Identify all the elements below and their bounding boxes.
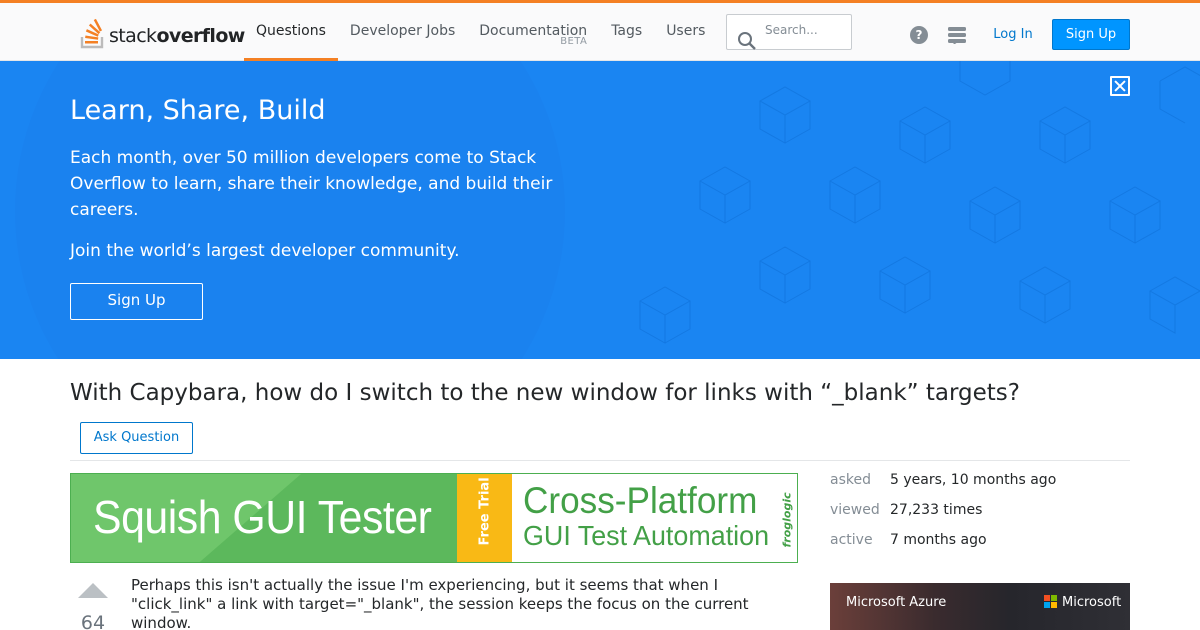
close-icon[interactable]	[1110, 76, 1130, 96]
top-bar: stackoverflow Questions Developer Jobs D…	[0, 0, 1200, 61]
sidebar-ad[interactable]: Microsoft Azure Microsoft	[830, 583, 1130, 630]
nav-label: Tags	[611, 23, 643, 39]
nav-documentation[interactable]: Documentation BETA	[467, 3, 599, 61]
stat-asked: asked 5 years, 10 months ago	[830, 470, 1130, 500]
sidebar-ad-title: Microsoft Azure	[846, 595, 947, 610]
main-nav: Questions Developer Jobs Documentation BE…	[244, 3, 717, 61]
stat-value: 27,233 times	[890, 502, 983, 518]
stack-logo-icon	[80, 18, 104, 49]
question-stats: asked 5 years, 10 months ago viewed 27,2…	[830, 470, 1130, 560]
ask-question-button[interactable]: Ask Question	[80, 422, 193, 454]
nav-developer-jobs[interactable]: Developer Jobs	[338, 3, 467, 61]
stat-label: active	[830, 532, 873, 548]
login-link[interactable]: Log In	[986, 19, 1040, 50]
hero-banner: Learn, Share, Build Each month, over 50 …	[0, 61, 1200, 359]
search-input[interactable]	[765, 23, 845, 37]
vote-count: 64	[80, 612, 106, 630]
microsoft-logo-icon	[1044, 595, 1058, 609]
logo-word-overflow: overflow	[156, 25, 245, 47]
nav-questions[interactable]: Questions	[244, 3, 338, 61]
search-icon	[738, 32, 756, 50]
ad-banner[interactable]: Squish GUI Tester Free Trial Cross-Platf…	[70, 473, 798, 563]
logo-word-stack: stack	[109, 25, 157, 47]
stackoverflow-logo[interactable]: stackoverflow	[80, 15, 245, 49]
stat-label: asked	[830, 472, 871, 488]
ad-brand-logo: froglogic	[780, 492, 794, 548]
nav-label: Developer Jobs	[349, 23, 456, 39]
ad-headline: Cross-Platform	[523, 480, 758, 521]
question-body: Perhaps this isn't actually the issue I'…	[131, 576, 749, 630]
signup-button[interactable]: Sign Up	[1052, 19, 1130, 50]
ad-subheadline: GUI Test Automation	[523, 520, 770, 551]
help-icon[interactable]: ?	[910, 26, 928, 44]
nav-label: Users	[666, 23, 706, 39]
upvote-arrow-icon[interactable]	[78, 583, 108, 598]
hero-join-text: Join the world’s largest developer commu…	[70, 241, 460, 261]
review-queue-icon[interactable]	[948, 27, 966, 44]
stat-label: viewed	[830, 502, 880, 518]
hero-description: Each month, over 50 million developers c…	[70, 148, 553, 220]
ad-product-name: Squish GUI Tester	[93, 491, 432, 543]
nav-users[interactable]: Users	[654, 3, 717, 61]
logo-wordmark: stackoverflow	[109, 25, 245, 47]
nav-tags[interactable]: Tags	[599, 3, 654, 61]
ad-trial-label: Free Trial	[477, 477, 493, 546]
nav-label: Questions	[256, 23, 326, 39]
stat-value[interactable]: 7 months ago	[890, 532, 987, 548]
beta-badge: BETA	[560, 36, 588, 47]
stat-active: active 7 months ago	[830, 530, 1130, 560]
question-title[interactable]: With Capybara, how do I switch to the ne…	[70, 380, 1020, 406]
divider	[70, 460, 1130, 461]
sidebar-ad-brand: Microsoft	[1062, 595, 1122, 610]
stat-viewed: viewed 27,233 times	[830, 500, 1130, 530]
stat-value: 5 years, 10 months ago	[890, 472, 1057, 488]
search-box[interactable]	[726, 14, 852, 50]
hero-signup-button[interactable]: Sign Up	[70, 283, 203, 320]
hero-title: Learn, Share, Build	[70, 95, 326, 126]
